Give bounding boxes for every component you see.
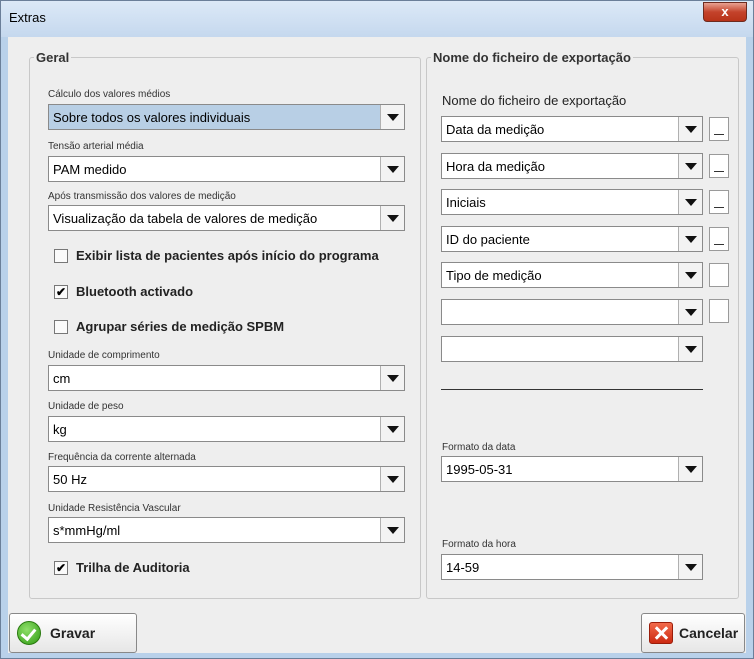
- export-part-1-value: Data da medição: [446, 122, 545, 137]
- close-button[interactable]: x: [703, 2, 747, 22]
- show-patient-list-label: Exibir lista de pacientes após início do…: [76, 248, 379, 263]
- underscore-icon: [714, 207, 724, 208]
- export-part-5-select[interactable]: Tipo de medição: [441, 262, 703, 288]
- separator-button-5[interactable]: [709, 263, 729, 287]
- mean-pressure-value: PAM medido: [53, 162, 127, 177]
- weight-unit-label: Unidade de peso: [48, 401, 124, 412]
- after-transmission-label: Após transmissão dos valores de medição: [48, 191, 236, 202]
- underscore-icon: [714, 244, 724, 245]
- vascular-resistance-select[interactable]: s*mmHg/ml: [48, 517, 405, 543]
- chevron-down-icon[interactable]: [678, 190, 702, 214]
- check-icon: [17, 621, 41, 645]
- cancel-button-label: Cancelar: [679, 625, 739, 641]
- checkbox-box[interactable]: ✔: [54, 561, 68, 575]
- chevron-down-icon[interactable]: [678, 457, 702, 481]
- mean-pressure-select[interactable]: PAM medido: [48, 156, 405, 182]
- ac-frequency-value: 50 Hz: [53, 472, 87, 487]
- vascular-resistance-label: Unidade Resistência Vascular: [48, 503, 181, 514]
- chevron-down-icon[interactable]: [380, 467, 404, 491]
- chevron-down-icon[interactable]: [678, 263, 702, 287]
- export-part-1-select[interactable]: Data da medição: [441, 116, 703, 142]
- mean-calc-select[interactable]: Sobre todos os valores individuais: [48, 104, 405, 130]
- chevron-down-icon[interactable]: [380, 206, 404, 230]
- export-part-2-value: Hora da medição: [446, 159, 545, 174]
- export-part-2-select[interactable]: Hora da medição: [441, 153, 703, 179]
- chevron-down-icon[interactable]: [380, 417, 404, 441]
- bluetooth-label: Bluetooth activado: [76, 284, 194, 299]
- export-filename-heading: Nome do ficheiro de exportação: [442, 93, 627, 108]
- time-format-select[interactable]: 14-59: [441, 554, 703, 580]
- date-format-value: 1995-05-31: [446, 462, 513, 477]
- chevron-down-icon[interactable]: [678, 117, 702, 141]
- dialog-body: Geral Cálculo dos valores médios Sobre t…: [8, 37, 746, 653]
- export-part-5-value: Tipo de medição: [446, 268, 542, 283]
- weight-unit-select[interactable]: kg: [48, 416, 405, 442]
- length-unit-label: Unidade de comprimento: [48, 350, 160, 361]
- save-button-label: Gravar: [50, 625, 96, 641]
- cancel-icon: [649, 622, 673, 644]
- mean-calc-value: Sobre todos os valores individuais: [53, 110, 251, 125]
- chevron-down-icon[interactable]: [678, 300, 702, 324]
- export-part-4-value: ID do paciente: [446, 232, 530, 247]
- geral-legend: Geral: [36, 50, 70, 65]
- mean-calc-label: Cálculo dos valores médios: [48, 89, 171, 100]
- export-filename-legend: Nome do ficheiro de exportação: [433, 50, 631, 65]
- audit-trail-checkbox[interactable]: ✔ Trilha de Auditoria: [54, 560, 354, 578]
- window-title: Extras: [9, 10, 46, 25]
- chevron-down-icon[interactable]: [678, 555, 702, 579]
- export-part-7-select[interactable]: [441, 336, 703, 362]
- separator-button-4[interactable]: [709, 227, 729, 251]
- separator-button-1[interactable]: [709, 117, 729, 141]
- time-format-label: Formato da hora: [442, 539, 516, 550]
- length-unit-select[interactable]: cm: [48, 365, 405, 391]
- date-format-label: Formato da data: [442, 442, 516, 453]
- date-format-select[interactable]: 1995-05-31: [441, 456, 703, 482]
- group-spbm-checkbox[interactable]: Agrupar séries de medição SPBM: [54, 319, 414, 337]
- save-button[interactable]: Gravar: [9, 613, 137, 653]
- after-transmission-value: Visualização da tabela de valores de med…: [53, 211, 318, 226]
- checkbox-box[interactable]: [54, 320, 68, 334]
- after-transmission-select[interactable]: Visualização da tabela de valores de med…: [48, 205, 405, 231]
- length-unit-value: cm: [53, 371, 71, 386]
- separator-button-6[interactable]: [709, 299, 729, 323]
- chevron-down-icon[interactable]: [380, 366, 404, 390]
- audit-trail-label: Trilha de Auditoria: [76, 560, 190, 575]
- chevron-down-icon[interactable]: [380, 518, 404, 542]
- ac-frequency-label: Frequência da corrente alternada: [48, 452, 196, 463]
- weight-unit-value: kg: [53, 422, 67, 437]
- extras-dialog: Extras x Geral Cálculo dos valores médio…: [0, 0, 754, 659]
- checkbox-box[interactable]: [54, 249, 68, 263]
- separator-button-3[interactable]: [709, 190, 729, 214]
- checkbox-box[interactable]: ✔: [54, 285, 68, 299]
- mean-pressure-label: Tensão arterial média: [48, 141, 144, 152]
- show-patient-list-checkbox[interactable]: Exibir lista de pacientes após início do…: [54, 248, 414, 266]
- underscore-icon: [714, 134, 724, 135]
- export-part-3-value: Iniciais: [446, 195, 486, 210]
- ac-frequency-select[interactable]: 50 Hz: [48, 466, 405, 492]
- separator-button-2[interactable]: [709, 154, 729, 178]
- chevron-down-icon[interactable]: [678, 227, 702, 251]
- export-part-3-select[interactable]: Iniciais: [441, 189, 703, 215]
- vascular-resistance-value: s*mmHg/ml: [53, 523, 121, 538]
- underscore-icon: [714, 171, 724, 172]
- group-spbm-label: Agrupar séries de medição SPBM: [76, 319, 285, 334]
- chevron-down-icon[interactable]: [380, 105, 404, 129]
- cancel-button[interactable]: Cancelar: [641, 613, 745, 653]
- bluetooth-checkbox[interactable]: ✔ Bluetooth activado: [54, 284, 414, 302]
- chevron-down-icon[interactable]: [678, 337, 702, 361]
- chevron-down-icon[interactable]: [380, 157, 404, 181]
- time-format-value: 14-59: [446, 560, 480, 575]
- divider: [441, 389, 703, 390]
- title-bar: Extras x: [1, 1, 753, 37]
- export-part-6-select[interactable]: [441, 299, 703, 325]
- export-part-4-select[interactable]: ID do paciente: [441, 226, 703, 252]
- chevron-down-icon[interactable]: [678, 154, 702, 178]
